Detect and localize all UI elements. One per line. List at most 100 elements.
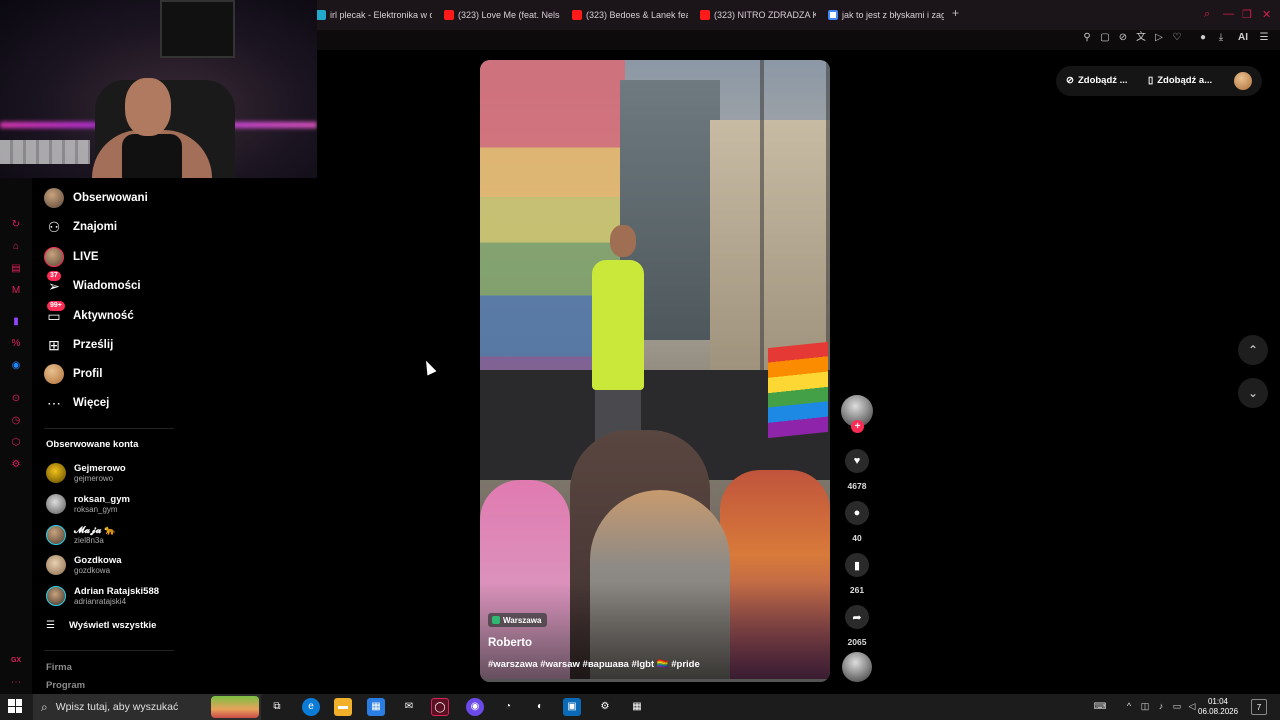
search-icon[interactable]: ⌕ [1204,8,1210,21]
network-icon[interactable]: ▭ [1171,700,1183,712]
snapshot-icon[interactable]: ▢ [1098,31,1112,45]
share-button[interactable]: ➦ [845,605,869,629]
nav-item-activity[interactable]: ▭ 99+ Aktywność [44,301,134,327]
calculator-icon[interactable]: ▦ [628,698,646,716]
share-icon: ➦ [852,611,862,624]
keyboard-layout-icon[interactable]: ⌨ [1091,700,1109,712]
tray-app-icon[interactable]: ◫ [1139,700,1151,712]
video-progress-bar[interactable] [480,679,830,682]
follow-button[interactable]: + [851,420,864,433]
nav-item-live[interactable]: LIVE [44,246,99,268]
close-icon[interactable]: ✕ [1262,8,1271,21]
next-video-button[interactable]: ⌄ [1238,378,1268,408]
followed-account[interactable]: Gozdkowa gozdkowa [46,552,122,578]
followed-account[interactable]: roksan_gym roksan_gym [46,491,130,517]
avatar [46,555,66,575]
tab-title: (323) Bedoes & Lanek feat [586,10,688,20]
browser-tab[interactable]: (323) NITRO ZDRADZA KO [700,7,816,23]
translate-icon[interactable]: 文 [1134,31,1148,45]
notification-center-button[interactable]: 7 [1251,699,1267,715]
comment-button[interactable]: ● [845,501,869,525]
heart-icon: ♥ [853,455,861,467]
chevron-down-icon: ⌄ [1247,386,1259,400]
task-view-icon[interactable]: ⧉ [268,698,286,716]
save-button[interactable]: ▮ [845,553,869,577]
followed-account[interactable]: 𝓜𝓪𝓳𝓪 🐆 ziel8n3a [46,522,116,548]
video-author[interactable]: Roberto [488,637,532,649]
start-button[interactable] [8,699,22,713]
menu-icon[interactable]: ☰ [1257,31,1271,45]
video-caption[interactable]: #warszawa #warsaw #варшава #lgbt 🏳️‍🌈 #p… [488,659,700,670]
history-icon[interactable]: ◷ [9,414,23,428]
nav-label: Więcej [73,397,110,409]
account-handle: ziel8n3a [74,536,104,545]
taskbar-search[interactable]: ⌕ Wpisz tutaj, aby wyszukać [33,694,261,720]
followed-account[interactable]: Gejmerowo gejmerowo [46,460,126,486]
search-icon: ⌕ [41,699,48,714]
percent-icon[interactable]: % [9,337,23,351]
nav-label: Prześlij [73,339,114,351]
sound-disc-icon[interactable] [842,652,872,682]
nav-item-more[interactable]: ⋯ Więcej [44,392,109,414]
followed-account[interactable]: Adrian Ratajski588 adrianratajski4 [46,583,159,609]
bag-icon[interactable]: ⌂ [9,240,23,254]
pin-icon[interactable]: ⚲ [1080,31,1094,45]
footer-link-company[interactable]: Firma [46,662,72,673]
new-tab-button[interactable]: + [952,6,959,20]
like-button[interactable]: ♥ [845,449,869,473]
video-player[interactable]: Warszawa Roberto #warszawa #warsaw #варш… [480,60,830,682]
twitch-icon[interactable]: ▮ [9,315,23,329]
like-count: 4678 [847,481,867,491]
nav-item-messages[interactable]: ➢ 37 Wiadomości [44,271,141,297]
plus-square-icon: ⊞ [48,336,60,353]
app-window-icon[interactable]: ▣ [563,698,581,716]
restore-icon[interactable]: ❐ [1242,8,1252,21]
microphone-icon[interactable]: ♪ [1155,700,1167,712]
mail-app-icon[interactable]: ✉ [400,698,418,716]
obs-icon[interactable]: ◔ [499,698,517,716]
browser-tab[interactable]: jak to jest z błyskami i zagr [828,7,944,23]
get-coins-button[interactable]: ⊘ Zdobądź ... [1066,75,1128,86]
browser-tab[interactable]: (323) Bedoes & Lanek feat [572,7,688,23]
nav-item-friends[interactable]: ⚇ Znajomi [44,216,117,238]
app-icon[interactable]: ◐ [531,698,549,716]
adblock-icon[interactable]: ⊘ [1116,31,1130,45]
messenger-icon[interactable]: ◉ [9,359,23,373]
browser-tab[interactable]: (323) Love Me (feat. Nelso [444,7,560,23]
store-icon[interactable]: ▦ [367,698,385,716]
more-icon: ⋯ [47,394,61,411]
edge-icon[interactable]: e [302,698,320,716]
file-explorer-icon[interactable]: ▬ [334,698,352,716]
footer-link-program[interactable]: Program [46,680,85,691]
taskbar-clock[interactable]: 01:04 06.08.2026 [1198,697,1238,717]
volume-icon[interactable]: ◁ [1186,700,1198,712]
refresh-icon[interactable]: ↻ [9,218,23,232]
gx-icon[interactable]: GX [9,654,23,668]
show-all-accounts-button[interactable]: ☰ Wyświetl wszystkie [46,620,156,631]
extensions-icon[interactable]: ⬡ [9,436,23,450]
tray-expand-icon[interactable]: ^ [1123,700,1135,712]
opera-gx-icon[interactable]: ◯ [431,698,449,716]
discord-icon[interactable]: ◉ [466,698,484,716]
nav-item-profile[interactable]: Profil [44,363,102,385]
get-app-button[interactable]: ▯ Zdobądź a... [1148,75,1212,86]
account-icon[interactable]: ● [1196,31,1210,45]
shop-icon[interactable]: ▤ [9,262,23,276]
previous-video-button[interactable]: ⌃ [1238,335,1268,365]
user-avatar[interactable] [1234,72,1252,90]
minimize-icon[interactable]: — [1223,8,1234,20]
steam-icon[interactable]: ⚙ [596,698,614,716]
more-dots-icon[interactable]: ⋯ [9,676,23,690]
download-icon[interactable]: ⤓ [1214,31,1228,45]
player-icon[interactable]: ⊙ [9,392,23,406]
nav-item-upload[interactable]: ⊞ Prześlij [44,334,113,356]
heart-icon[interactable]: ♡ [1170,31,1184,45]
browser-tab[interactable]: irl plecak - Elektronika w d [316,7,432,23]
mail-icon[interactable]: M [9,284,23,298]
play-icon[interactable]: ▷ [1152,31,1166,45]
nav-label: Znajomi [73,221,118,233]
settings-icon[interactable]: ⚙ [9,458,23,472]
location-tag[interactable]: Warszawa [488,613,548,627]
ai-button[interactable]: AI [1232,31,1254,45]
nav-item-following[interactable]: Obserwowani [44,187,148,209]
